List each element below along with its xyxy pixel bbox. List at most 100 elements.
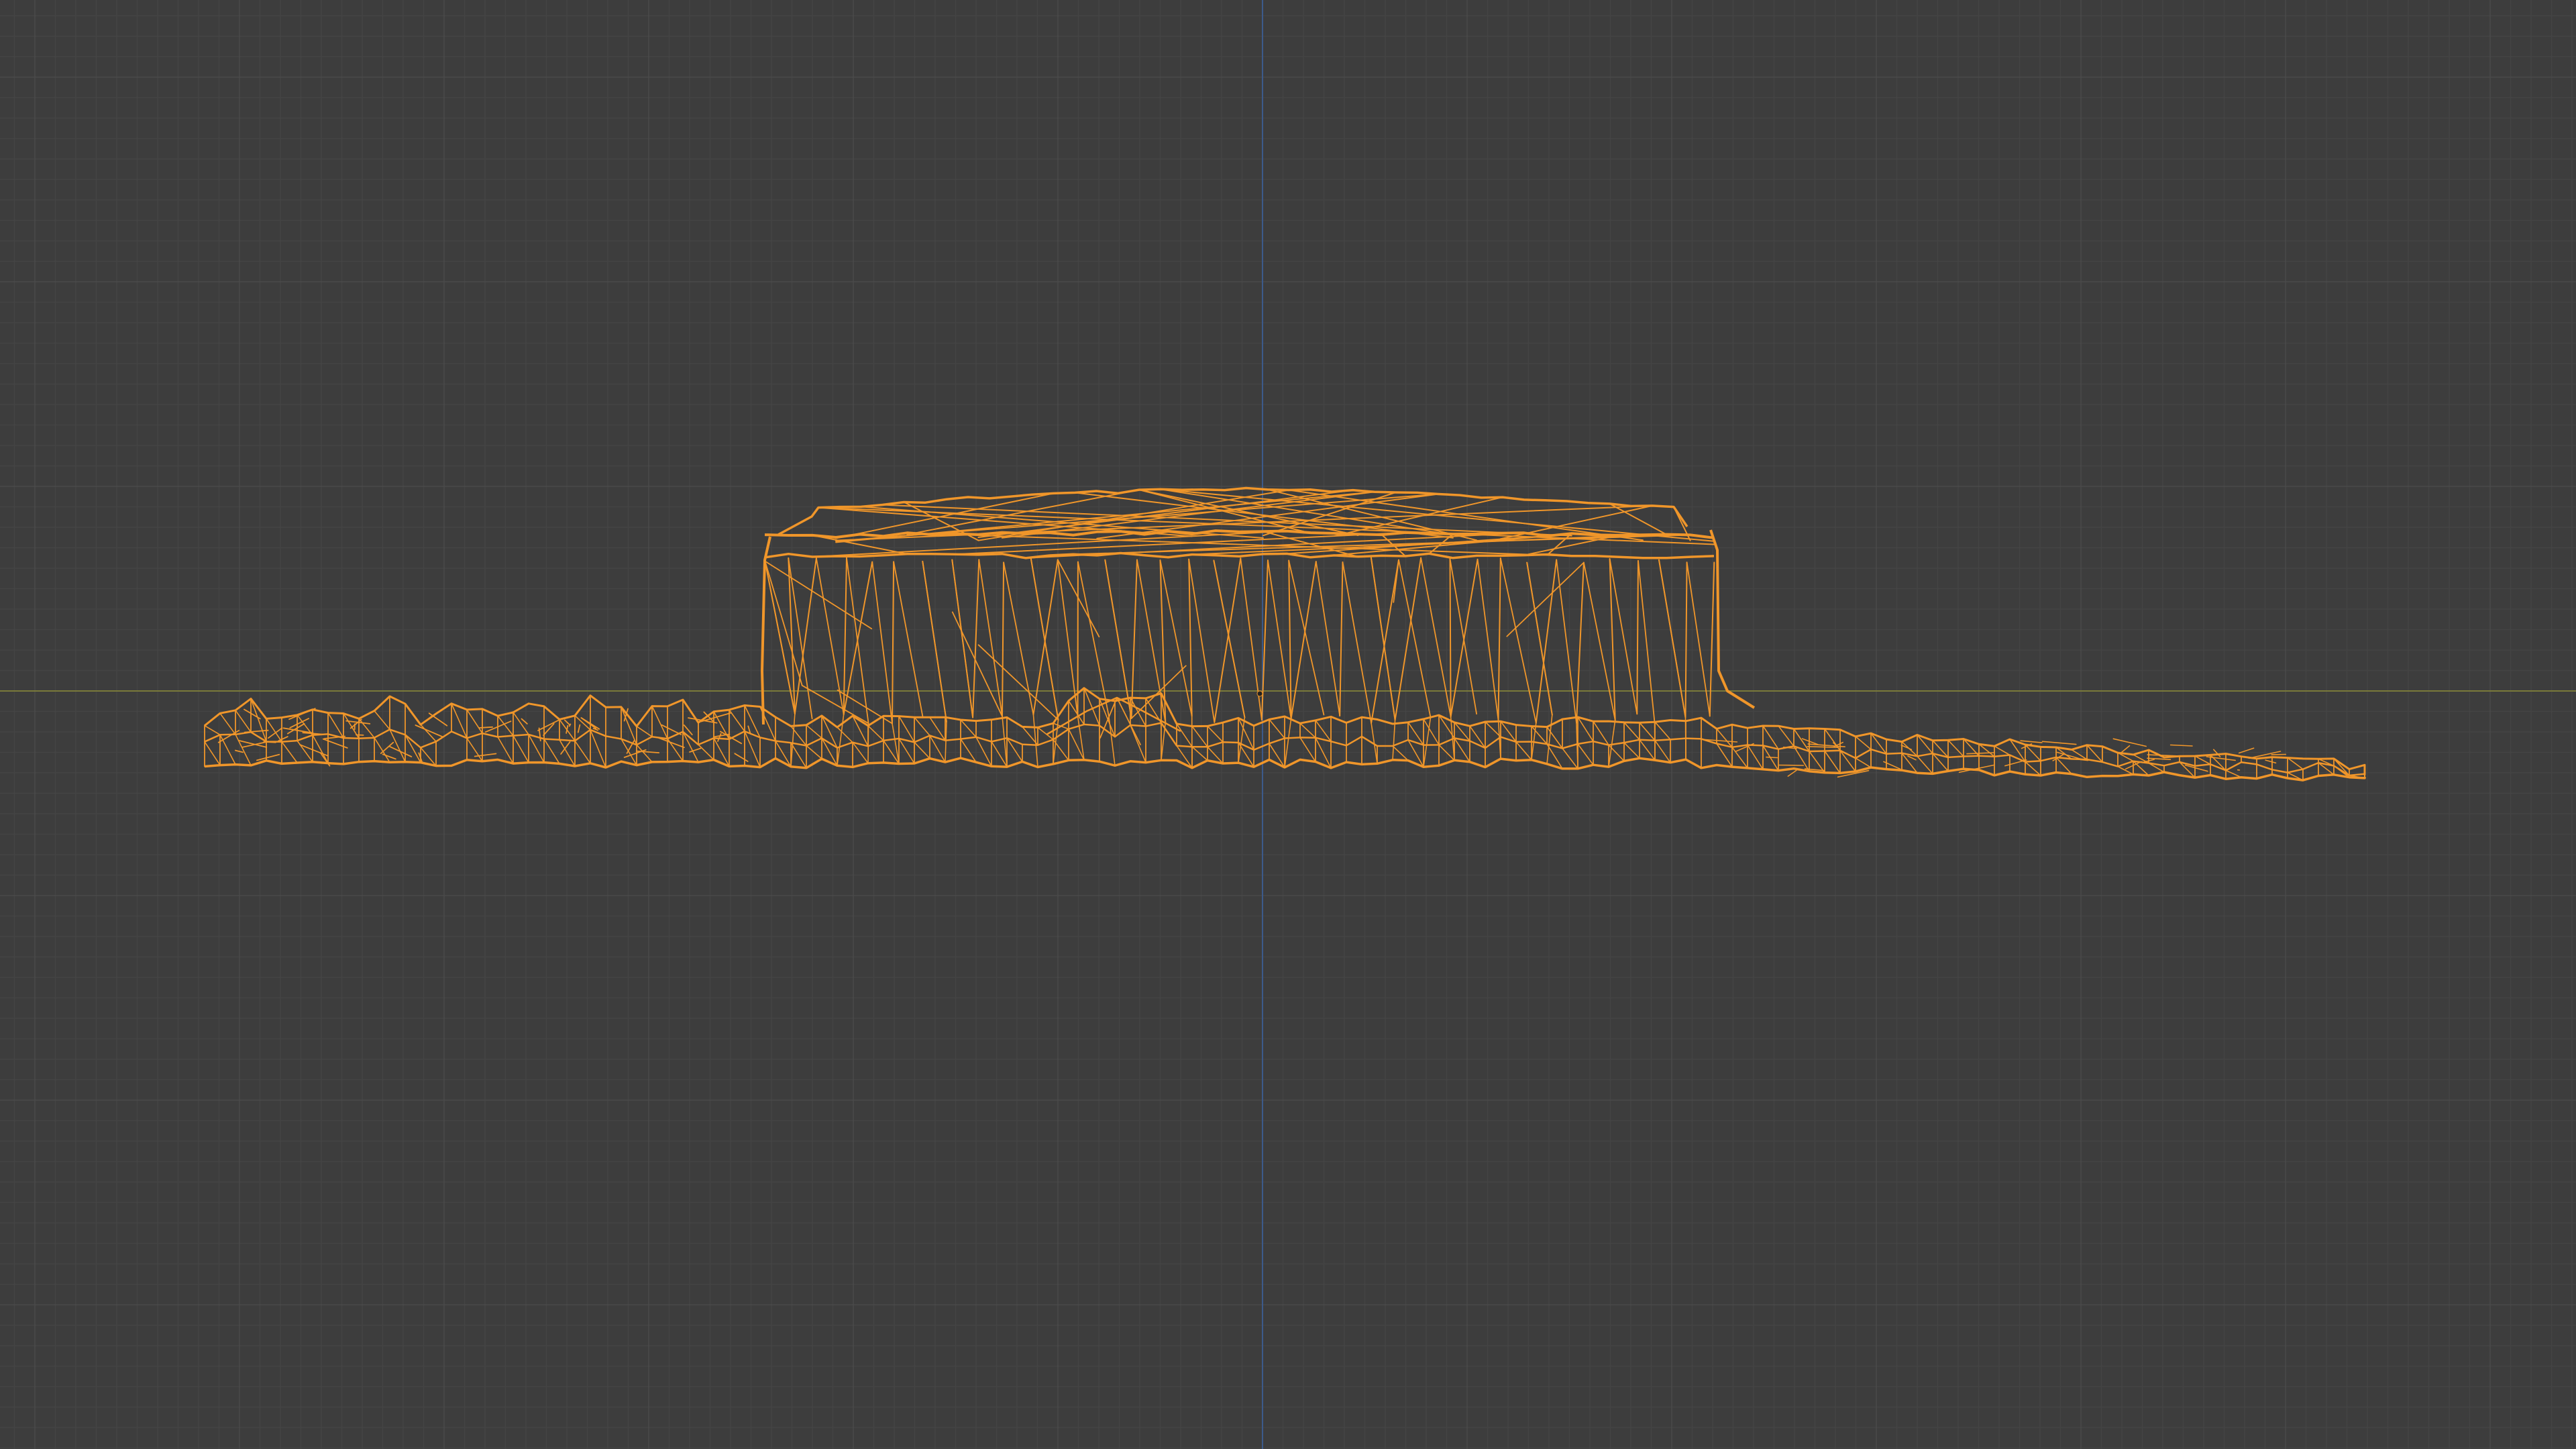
mesh-edge: [1267, 559, 1292, 720]
mesh-edge: [1535, 559, 1558, 724]
mesh-edge: [1787, 769, 1797, 777]
mesh-edge: [1342, 561, 1372, 724]
mesh-edge: [682, 731, 699, 763]
mesh-edge: [1057, 559, 1079, 716]
wireframe-mesh-object[interactable]: [204, 486, 2366, 782]
mesh-edge: [2004, 759, 2027, 767]
mesh-edge: [466, 709, 483, 734]
mesh-edge: [1497, 557, 1501, 720]
mesh-edge: [1515, 741, 1532, 761]
mesh-edge: [1917, 755, 1933, 775]
mesh-edge: [1639, 739, 1656, 761]
mesh-edge: [1506, 561, 1585, 637]
mesh-edge: [1747, 744, 1764, 770]
mesh-edge: [656, 737, 685, 749]
mesh-edge: [244, 708, 261, 720]
mesh-edge: [577, 724, 581, 733]
mesh-edge: [219, 712, 236, 735]
mesh-edge: [1104, 559, 1132, 719]
mesh-edge: [1130, 559, 1138, 719]
mesh-edge: [267, 727, 283, 739]
mesh-edge: [1623, 742, 1640, 759]
mesh-edge: [1855, 757, 1872, 768]
mesh-edge: [2112, 738, 2147, 747]
mesh-edge: [478, 726, 493, 729]
mesh-edge: [1002, 716, 1008, 767]
mesh-edge: [204, 724, 221, 736]
mesh-edge: [237, 739, 268, 748]
mesh-edge: [2265, 759, 2277, 764]
mesh-edge: [1339, 561, 1344, 717]
mesh-edge: [734, 753, 749, 762]
mesh-edge: [219, 734, 236, 765]
mesh-edge-loop: [1709, 529, 1756, 709]
mesh-edge: [1576, 561, 1585, 724]
mesh-edge: [960, 719, 977, 738]
mesh-edge: [1623, 722, 1640, 741]
mesh-edge: [2147, 757, 2171, 760]
origin-dot-icon[interactable]: [1256, 690, 1263, 697]
mesh-edge: [1176, 723, 1193, 747]
mesh-edge: [1824, 750, 1841, 774]
mesh-edge: [1638, 560, 1656, 723]
mesh-edge: [2020, 740, 2043, 743]
mesh-edge: [1315, 561, 1341, 716]
mesh-edge: [1394, 557, 1422, 721]
mesh-edge: [1299, 737, 1316, 763]
mesh-edge: [1371, 557, 1396, 721]
mesh-edge: [235, 710, 252, 733]
mesh-edge: [1130, 724, 1146, 763]
mesh-edge: [1392, 719, 1396, 761]
mesh-edge: [1686, 561, 1711, 717]
mesh-edge: [1947, 739, 1964, 757]
mesh-edge: [636, 744, 653, 763]
mesh-edge: [1562, 747, 1578, 769]
viewport-canvas[interactable]: [0, 0, 2576, 1449]
mesh-edge: [415, 724, 443, 738]
mesh-edge: [374, 737, 390, 763]
mesh-edge: [1108, 714, 1116, 766]
mesh-edge: [1546, 714, 1553, 765]
3d-viewport[interactable]: [0, 0, 2576, 1449]
mesh-edge: [1731, 747, 1748, 769]
mesh-edge: [297, 740, 313, 763]
mesh-edge: [1654, 740, 1671, 763]
mesh-edge: [764, 560, 803, 686]
mesh-edge: [717, 733, 722, 742]
mesh-edge: [1191, 725, 1208, 748]
mesh-edge: [871, 561, 893, 724]
mesh-edge: [466, 737, 483, 762]
mesh-edge: [204, 741, 221, 766]
mesh-edge: [1077, 561, 1110, 716]
mesh-edge: [837, 727, 853, 743]
mesh-edge: [1161, 721, 1167, 761]
mesh-edge: [1299, 722, 1316, 739]
grid-minor-lines: [0, 0, 2576, 1449]
mesh-edge: [1654, 721, 1671, 741]
mesh-edge: [1577, 743, 1594, 765]
mesh-edge: [837, 714, 845, 767]
mesh-edge: [1709, 561, 1715, 717]
mesh-edge: [1966, 752, 1994, 755]
mesh-edge: [1684, 561, 1688, 718]
mesh-edge: [250, 698, 267, 743]
mesh-edge: [867, 722, 869, 764]
mesh-edge: [1556, 559, 1577, 724]
mesh-edge: [1188, 558, 1193, 717]
mesh-edge: [977, 644, 1059, 720]
mesh-edge: [374, 710, 390, 731]
mesh-edge: [235, 734, 252, 766]
mesh-edge: [1037, 727, 1054, 741]
mesh-edge: [2147, 754, 2178, 757]
mesh-edge: [1994, 745, 2010, 756]
mesh-edge: [1654, 722, 1656, 761]
mesh-edge: [405, 734, 421, 763]
mesh-edge: [1002, 561, 1005, 717]
mesh-edge: [1284, 718, 1292, 768]
mesh-edge: [2041, 741, 2077, 745]
mesh-edge: [288, 708, 316, 720]
mesh-edge: [2169, 744, 2193, 747]
mesh-edge: [1393, 559, 1399, 603]
mesh-edge: [1288, 559, 1292, 720]
mesh-edge: [790, 742, 807, 769]
